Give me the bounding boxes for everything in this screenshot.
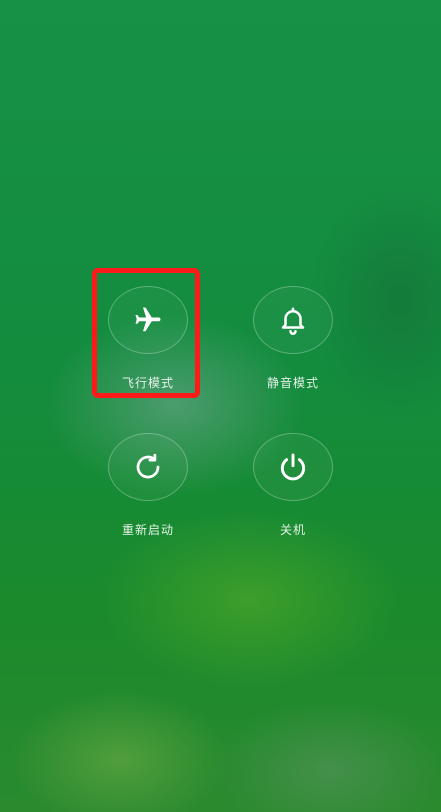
airplane-mode-tile[interactable]: 飞行模式 — [88, 286, 208, 391]
power-off-button[interactable] — [253, 433, 333, 501]
power-off-tile[interactable]: 关机 — [233, 433, 353, 538]
airplane-mode-label: 飞行模式 — [121, 376, 174, 390]
power-menu-screen: 飞行模式 静音模式 重新启动 关机 — [0, 0, 441, 812]
power-icon — [277, 451, 309, 483]
silent-mode-label: 静音模式 — [266, 376, 319, 390]
restart-label: 重新启动 — [121, 523, 174, 537]
power-off-label: 关机 — [279, 523, 306, 537]
airplane-mode-button[interactable] — [108, 286, 188, 354]
airplane-icon — [133, 305, 163, 335]
restart-tile[interactable]: 重新启动 — [88, 433, 208, 538]
restart-icon — [133, 452, 163, 482]
restart-button[interactable] — [108, 433, 188, 501]
silent-mode-tile[interactable]: 静音模式 — [233, 286, 353, 391]
silent-mode-button[interactable] — [253, 286, 333, 354]
bell-icon — [278, 305, 308, 335]
